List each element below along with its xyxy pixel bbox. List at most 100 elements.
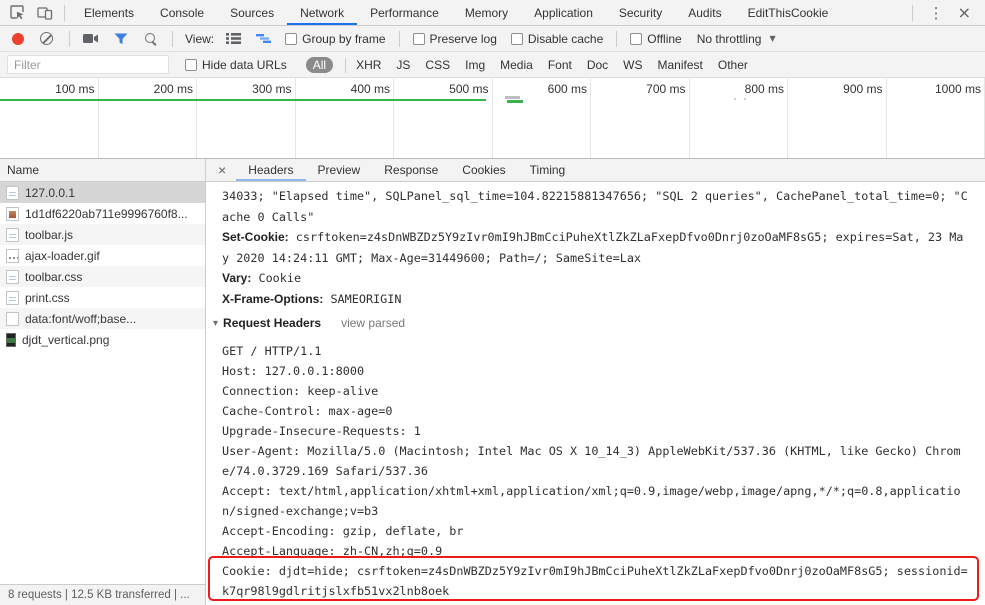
resource-icon xyxy=(6,269,19,284)
header-value: SAMEORIGIN xyxy=(323,291,402,306)
request-row[interactable]: djdt_vertical.png xyxy=(0,329,205,350)
request-header-line: Accept-Encoding: gzip, deflate, br xyxy=(222,524,464,538)
request-header-line: e/74.0.3729.169 Safari/537.36 xyxy=(222,464,428,478)
resource-type-filter[interactable]: Media xyxy=(500,58,533,72)
device-toolbar-icon[interactable] xyxy=(36,4,54,22)
status-bar: 8 requests | 12.5 KB transferred | ... xyxy=(0,584,205,605)
details-tab[interactable]: Cookies xyxy=(450,159,517,181)
name-column-header[interactable]: Name xyxy=(0,159,205,182)
response-header-line: Vary: Cookie xyxy=(222,268,985,289)
resource-type-filter[interactable]: Other xyxy=(718,58,748,72)
request-name: 127.0.0.1 xyxy=(25,185,76,200)
resource-type-filter[interactable]: CSS xyxy=(425,58,450,72)
request-headers-lines: GET / HTTP/1.1 Host: 127.0.0.1:8000 Conn… xyxy=(222,341,985,601)
main-tab[interactable]: Performance xyxy=(357,0,452,25)
header-name: Set-Cookie: xyxy=(222,230,289,244)
time-tick-label: 100 ms xyxy=(55,82,95,96)
resource-type-filter[interactable]: Manifest xyxy=(658,58,703,72)
resource-type-filter[interactable]: Font xyxy=(548,58,572,72)
main-tab-label: Performance xyxy=(370,5,439,20)
disable-cache-checkbox[interactable]: Disable cache xyxy=(510,32,603,46)
clear-icon[interactable] xyxy=(40,32,53,45)
divider xyxy=(911,4,913,21)
close-details-icon[interactable]: × xyxy=(206,159,236,181)
filter-input[interactable] xyxy=(7,55,169,74)
response-header-line: y 2020 14:24:11 GMT; Max-Age=31449600; P… xyxy=(222,248,985,269)
divider xyxy=(398,30,400,47)
offline-checkbox[interactable]: Offline xyxy=(630,32,682,46)
kebab-menu-icon[interactable]: ⋮ xyxy=(919,4,954,22)
details-tab[interactable]: Timing xyxy=(518,159,578,181)
list-view-icon[interactable] xyxy=(223,30,243,48)
network-toolbar: View: Group by frame Preserve log Disabl… xyxy=(0,26,985,52)
main-tab[interactable]: Sources xyxy=(217,0,287,25)
timeline-column: 600 ms xyxy=(493,78,591,158)
timeline-column: 100 ms xyxy=(0,78,99,158)
main-tab[interactable]: Memory xyxy=(452,0,521,25)
request-row[interactable]: print.css xyxy=(0,287,205,308)
details-panel: × Headers Preview Response Cookies Timin… xyxy=(206,159,985,605)
main-tab[interactable]: Audits xyxy=(675,0,734,25)
request-header-line: Upgrade-Insecure-Requests: 1 xyxy=(222,424,421,438)
overview-bar-gray xyxy=(505,96,520,99)
request-headers-section: ▾ Request Headers view parsed xyxy=(213,311,985,335)
throttling-select[interactable]: No throttling ▼ xyxy=(697,32,776,46)
time-tick-label: 300 ms xyxy=(252,82,292,96)
capture-screenshots-icon[interactable] xyxy=(81,30,101,48)
request-headers-title[interactable]: Request Headers xyxy=(223,316,321,330)
main-tab[interactable]: Console xyxy=(147,0,217,25)
checkbox-box xyxy=(285,32,298,45)
view-parsed-link[interactable]: view parsed xyxy=(341,316,405,330)
hide-data-urls-checkbox[interactable]: Hide data URLs xyxy=(185,58,287,72)
main-tab[interactable]: Network xyxy=(287,0,358,25)
details-tab-label: Timing xyxy=(529,162,566,177)
request-name: 1d1df6220ab711e9996760f8... xyxy=(25,206,188,221)
resource-type-filter[interactable]: WS xyxy=(623,58,642,72)
main-tab[interactable]: EditThisCookie xyxy=(735,0,842,25)
timeline-column: 900 ms xyxy=(788,78,887,158)
resource-type-filter[interactable]: JS xyxy=(396,58,410,72)
time-tick-label: 1000 ms xyxy=(934,82,981,96)
request-row[interactable]: 1d1df6220ab711e9996760f8... xyxy=(0,203,205,224)
resource-type-filter[interactable]: Img xyxy=(465,58,485,72)
request-row[interactable]: toolbar.css xyxy=(0,266,205,287)
main-tab[interactable]: Elements xyxy=(71,0,147,25)
details-tab-label: Response xyxy=(384,162,439,177)
timeline-overview[interactable]: 100 ms 200 ms 300 ms 400 ms 500 ms 600 m… xyxy=(0,78,985,159)
request-row[interactable]: data:font/woff;base... xyxy=(0,308,205,329)
main-tab-bar: Elements Console Sources Network Perform… xyxy=(0,0,985,26)
resource-type-filter[interactable]: XHR xyxy=(356,58,381,72)
overview-bar-green xyxy=(507,100,523,103)
request-row[interactable]: 127.0.0.1 xyxy=(0,182,205,203)
request-row[interactable]: toolbar.js xyxy=(0,224,205,245)
request-header-line: Cache-Control: max-age=0 xyxy=(222,404,393,418)
details-tab[interactable]: Preview xyxy=(306,159,373,181)
main-tab[interactable]: Security xyxy=(606,0,675,25)
record-button[interactable] xyxy=(12,32,24,45)
resource-icon xyxy=(6,206,19,221)
header-value: Cookie xyxy=(251,271,302,285)
timeline-column: 1000 ms xyxy=(887,78,985,158)
time-tick-label: 700 ms xyxy=(646,82,686,96)
details-tab[interactable]: Headers xyxy=(236,159,306,181)
preserve-log-checkbox[interactable]: Preserve log xyxy=(412,32,497,46)
overview-waterfall-icon[interactable] xyxy=(253,30,273,48)
main-tab[interactable]: Application xyxy=(521,0,606,25)
search-icon[interactable] xyxy=(144,32,158,46)
filter-funnel-icon[interactable] xyxy=(111,30,131,48)
group-by-frame-checkbox[interactable]: Group by frame xyxy=(285,32,386,46)
close-devtools-icon[interactable]: × xyxy=(954,3,975,22)
request-row[interactable]: ajax-loader.gif xyxy=(0,245,205,266)
details-tab[interactable]: Response xyxy=(372,159,450,181)
main-tab-label: Security xyxy=(618,5,663,20)
inspect-element-icon[interactable] xyxy=(8,4,26,22)
response-header-line: Set-Cookie: csrftoken=z4sDnWBZDz5Y9zIvr0… xyxy=(222,227,985,248)
resource-type-filter[interactable]: All xyxy=(305,56,347,73)
main-tab-label: Console xyxy=(160,5,205,20)
divider xyxy=(616,30,618,47)
details-tab-bar: × Headers Preview Response Cookies Timin… xyxy=(206,159,985,182)
chevron-down-icon: ▼ xyxy=(769,34,776,43)
resource-type-filter[interactable]: Doc xyxy=(587,58,608,72)
disclosure-triangle-icon[interactable]: ▾ xyxy=(213,318,218,329)
timeline-green-line xyxy=(0,99,486,101)
